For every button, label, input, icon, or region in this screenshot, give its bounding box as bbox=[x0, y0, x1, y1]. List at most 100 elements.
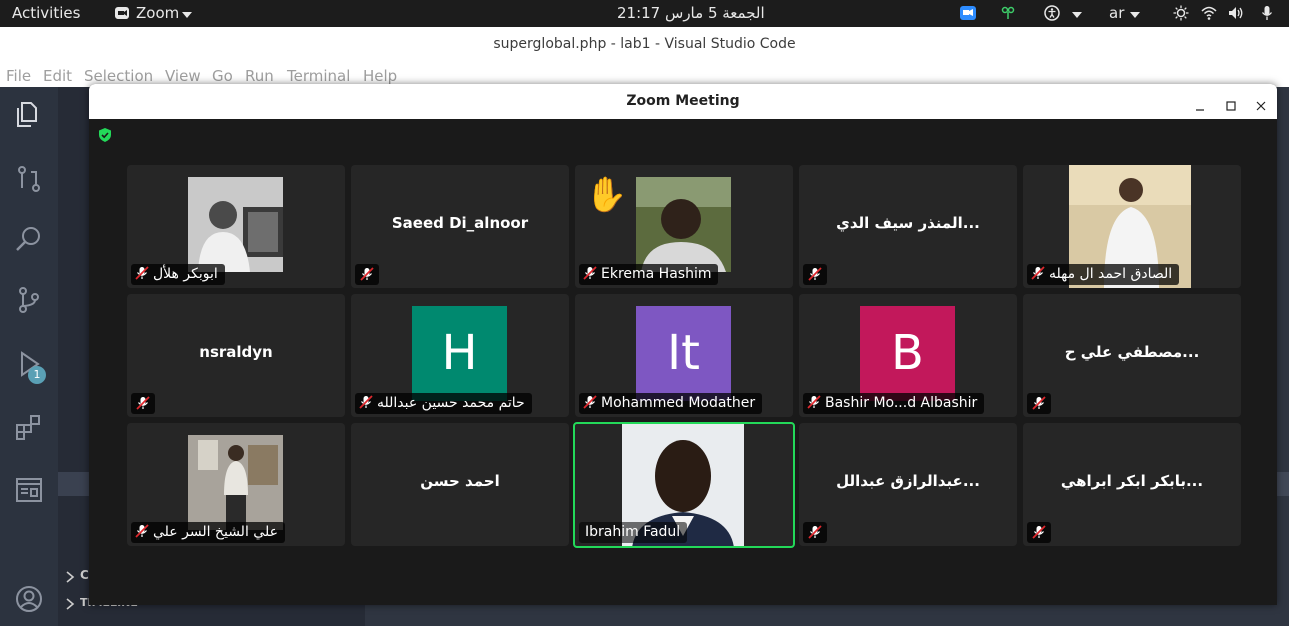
source-control-icon[interactable] bbox=[14, 285, 44, 315]
muted-mic-icon bbox=[135, 524, 149, 538]
muted-mic-indicator bbox=[803, 522, 827, 543]
participant-name-caption: Bashir Mo...d Albashir bbox=[803, 393, 985, 414]
participant-tile[interactable]: H حاتم محمد حسين عبدالله bbox=[351, 294, 569, 417]
zoom-window-title: Zoom Meeting bbox=[626, 93, 740, 109]
window-title: superglobal.php - lab1 - Visual Studio C… bbox=[493, 36, 796, 52]
input-language[interactable]: ar bbox=[1109, 4, 1124, 22]
close-icon[interactable] bbox=[1253, 93, 1269, 111]
participant-display-name: عبدالرازق عبدالل... bbox=[836, 472, 980, 490]
extension-icon[interactable] bbox=[1000, 5, 1016, 21]
participant-video bbox=[188, 435, 283, 530]
volume-icon[interactable] bbox=[1228, 5, 1244, 21]
activity-bar: 1 bbox=[0, 87, 58, 626]
participant-name-caption: علي الشيخ السر علي bbox=[131, 522, 285, 543]
zoom-app-icon bbox=[114, 5, 130, 21]
participant-tile[interactable]: الصادق احمد ال مهله bbox=[1023, 165, 1241, 288]
participant-avatar: H bbox=[412, 306, 507, 401]
debug-badge: 1 bbox=[28, 366, 46, 384]
app-menu-label[interactable]: Zoom bbox=[136, 4, 179, 22]
zoom-tray-icon[interactable] bbox=[960, 5, 976, 21]
muted-mic-icon bbox=[135, 266, 149, 280]
wifi-icon[interactable] bbox=[1201, 5, 1217, 21]
participant-video bbox=[636, 177, 731, 272]
menu-file[interactable]: File bbox=[6, 67, 31, 85]
muted-mic-icon bbox=[808, 525, 822, 539]
chevron-down-icon bbox=[1129, 7, 1145, 23]
muted-mic-indicator bbox=[803, 264, 827, 285]
menu-edit[interactable]: Edit bbox=[43, 67, 72, 85]
muted-mic-icon bbox=[807, 395, 821, 409]
participant-avatar: It bbox=[636, 306, 731, 401]
active-speaker-tile[interactable]: Ibrahim Fadul bbox=[573, 422, 795, 548]
chevron-down-icon bbox=[181, 7, 197, 23]
participant-tile[interactable]: B Bashir Mo...d Albashir bbox=[799, 294, 1017, 417]
participant-name-caption: حاتم محمد حسين عبدالله bbox=[355, 393, 532, 414]
muted-mic-icon bbox=[583, 395, 597, 409]
menu-view[interactable]: View bbox=[165, 67, 201, 85]
participant-name-caption: الصادق احمد ال مهله bbox=[1027, 264, 1180, 285]
accessibility-icon[interactable] bbox=[1044, 5, 1060, 21]
participant-avatar: B bbox=[860, 306, 955, 401]
muted-mic-icon bbox=[359, 395, 373, 409]
editor-highlight-line bbox=[1277, 472, 1289, 496]
muted-mic-indicator bbox=[355, 264, 379, 285]
participant-tile[interactable]: ابوبكر هلأل bbox=[127, 165, 345, 288]
muted-mic-icon bbox=[1031, 266, 1045, 280]
participant-display-name: nsraldyn bbox=[199, 343, 273, 361]
source-control-compare-icon[interactable] bbox=[14, 164, 44, 194]
participant-tile[interactable]: احمد حسن bbox=[351, 423, 569, 546]
explorer-icon[interactable] bbox=[14, 99, 44, 129]
participant-tile[interactable]: بابكر ابكر ابراهي... bbox=[1023, 423, 1241, 546]
participant-display-name: المنذر سيف الدي... bbox=[836, 214, 980, 232]
muted-mic-icon bbox=[808, 267, 822, 281]
menu-run[interactable]: Run bbox=[245, 67, 274, 85]
participant-name-caption: Ekrema Hashim bbox=[579, 264, 719, 285]
muted-mic-icon bbox=[360, 267, 374, 281]
zoom-title-bar: Zoom Meeting bbox=[89, 84, 1277, 119]
menu-help[interactable]: Help bbox=[363, 67, 397, 85]
muted-mic-icon bbox=[1032, 396, 1046, 410]
brightness-icon[interactable] bbox=[1173, 5, 1189, 21]
clock[interactable]: الجمعة 5 مارس 21:17 bbox=[617, 4, 765, 22]
muted-mic-icon bbox=[136, 396, 150, 410]
participant-name-caption: Mohammed Modather bbox=[579, 393, 763, 414]
account-icon[interactable] bbox=[14, 584, 44, 614]
participant-name-caption: Ibrahim Fadul bbox=[579, 522, 688, 543]
extensions-icon[interactable] bbox=[14, 412, 44, 442]
participant-display-name: بابكر ابكر ابراهي... bbox=[1060, 472, 1204, 490]
muted-mic-icon bbox=[1032, 525, 1046, 539]
participant-tile[interactable]: مصطفي علي ح... bbox=[1023, 294, 1241, 417]
participant-name-caption: ابوبكر هلأل bbox=[131, 264, 225, 285]
muted-mic-indicator bbox=[1027, 393, 1051, 414]
menu-terminal[interactable]: Terminal bbox=[287, 67, 350, 85]
participant-tile[interactable]: عبدالرازق عبدالل... bbox=[799, 423, 1017, 546]
maximize-icon[interactable] bbox=[1223, 93, 1239, 111]
search-icon[interactable] bbox=[14, 224, 44, 254]
participant-display-name: Saeed Di_alnoor bbox=[391, 214, 529, 232]
participant-video bbox=[188, 177, 283, 272]
participant-tile[interactable]: المنذر سيف الدي... bbox=[799, 165, 1017, 288]
timeline-chevron-icon[interactable] bbox=[64, 595, 76, 614]
participant-tile[interactable]: علي الشيخ السر علي bbox=[127, 423, 345, 546]
participant-tile[interactable]: Saeed Di_alnoor bbox=[351, 165, 569, 288]
menu-selection[interactable]: Selection bbox=[84, 67, 153, 85]
outline-chevron-icon[interactable] bbox=[64, 568, 76, 587]
participant-display-name: مصطفي علي ح... bbox=[1064, 343, 1200, 361]
outline-section-label[interactable]: C bbox=[80, 568, 89, 582]
minimize-icon[interactable] bbox=[1192, 93, 1208, 111]
participant-display-name: احمد حسن bbox=[420, 472, 500, 490]
vscode-title-bar: superglobal.php - lab1 - Visual Studio C… bbox=[0, 27, 1289, 62]
zoom-meeting-window: Zoom Meeting ابوبكر هلأل Saeed Di_alnoor bbox=[89, 84, 1277, 605]
activities-button[interactable]: Activities bbox=[12, 4, 80, 22]
participant-tile[interactable]: ✋ Ekrema Hashim bbox=[575, 165, 793, 288]
muted-mic-icon bbox=[583, 266, 597, 280]
chevron-down-icon bbox=[1071, 7, 1087, 23]
remote-explorer-icon[interactable] bbox=[14, 475, 44, 505]
raised-hand-icon: ✋ bbox=[585, 175, 628, 215]
encryption-shield-icon[interactable] bbox=[97, 127, 113, 143]
participant-tile[interactable]: It Mohammed Modather bbox=[575, 294, 793, 417]
participant-tile[interactable]: nsraldyn bbox=[127, 294, 345, 417]
microphone-icon[interactable] bbox=[1259, 5, 1275, 21]
menu-go[interactable]: Go bbox=[212, 67, 233, 85]
muted-mic-indicator bbox=[1027, 522, 1051, 543]
